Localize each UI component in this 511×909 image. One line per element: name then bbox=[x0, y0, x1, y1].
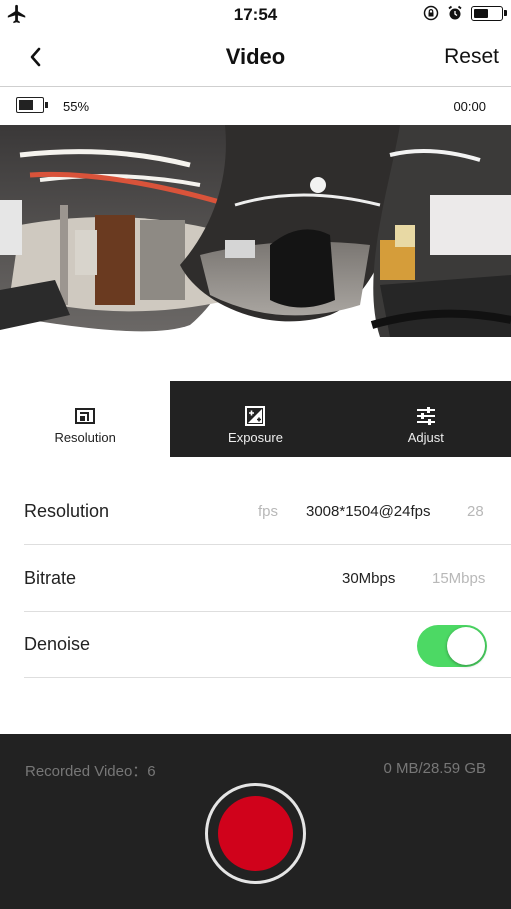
record-panel: Recorded Video：6 0 MB/28.59 GB bbox=[0, 734, 511, 909]
battery-icon bbox=[471, 5, 507, 21]
alarm-icon bbox=[448, 5, 462, 20]
resolution-option-next[interactable]: 28 bbox=[467, 503, 484, 520]
record-icon bbox=[218, 796, 293, 871]
camera-battery-percent: 55% bbox=[63, 99, 90, 114]
resolution-label: Resolution bbox=[24, 501, 110, 521]
toggle-knob bbox=[447, 627, 485, 665]
preview-image bbox=[0, 125, 511, 337]
tab-exposure[interactable]: Exposure bbox=[170, 381, 341, 457]
denoise-row: Denoise bbox=[24, 612, 511, 678]
camera-preview[interactable] bbox=[0, 125, 511, 337]
record-button[interactable] bbox=[205, 783, 306, 884]
nav-bar: Video Reset bbox=[0, 30, 511, 87]
denoise-label: Denoise bbox=[24, 634, 91, 654]
exposure-icon bbox=[245, 406, 266, 426]
bitrate-row: Bitrate 30Mbps 15Mbps bbox=[24, 546, 511, 612]
settings-tabs: Resolution Exposure Adjust bbox=[0, 381, 511, 457]
page-title: Video bbox=[225, 44, 286, 69]
tab-resolution[interactable]: Resolution bbox=[0, 381, 171, 457]
denoise-toggle[interactable] bbox=[417, 625, 487, 667]
reset-button[interactable]: Reset bbox=[444, 45, 499, 69]
camera-battery-icon bbox=[16, 97, 48, 113]
tab-label: Resolution bbox=[54, 430, 116, 445]
storage-usage: 0 MB/28.59 GB bbox=[383, 760, 486, 777]
resolution-icon bbox=[75, 408, 96, 424]
bitrate-option-next[interactable]: 15Mbps bbox=[432, 570, 485, 587]
resolution-row: Resolution fps 3008*1504@24fps 28 bbox=[24, 479, 511, 545]
adjust-sliders-icon bbox=[416, 407, 435, 425]
camera-info-bar: 55% 00:00 bbox=[0, 88, 511, 125]
bitrate-option-selected[interactable]: 30Mbps bbox=[342, 570, 395, 587]
tab-adjust[interactable]: Adjust bbox=[340, 381, 511, 457]
recording-timer: 00:00 bbox=[453, 99, 486, 114]
rotation-lock-icon bbox=[423, 5, 439, 21]
status-bar: 17:54 bbox=[0, 0, 511, 30]
recorded-video-count: Recorded Video：6 bbox=[25, 763, 156, 780]
resolution-option-selected[interactable]: 3008*1504@24fps bbox=[306, 503, 431, 520]
tab-label: Adjust bbox=[407, 430, 444, 445]
tab-label: Exposure bbox=[228, 430, 283, 445]
bitrate-label: Bitrate bbox=[24, 568, 77, 588]
resolution-option-prev[interactable]: fps bbox=[258, 503, 278, 520]
